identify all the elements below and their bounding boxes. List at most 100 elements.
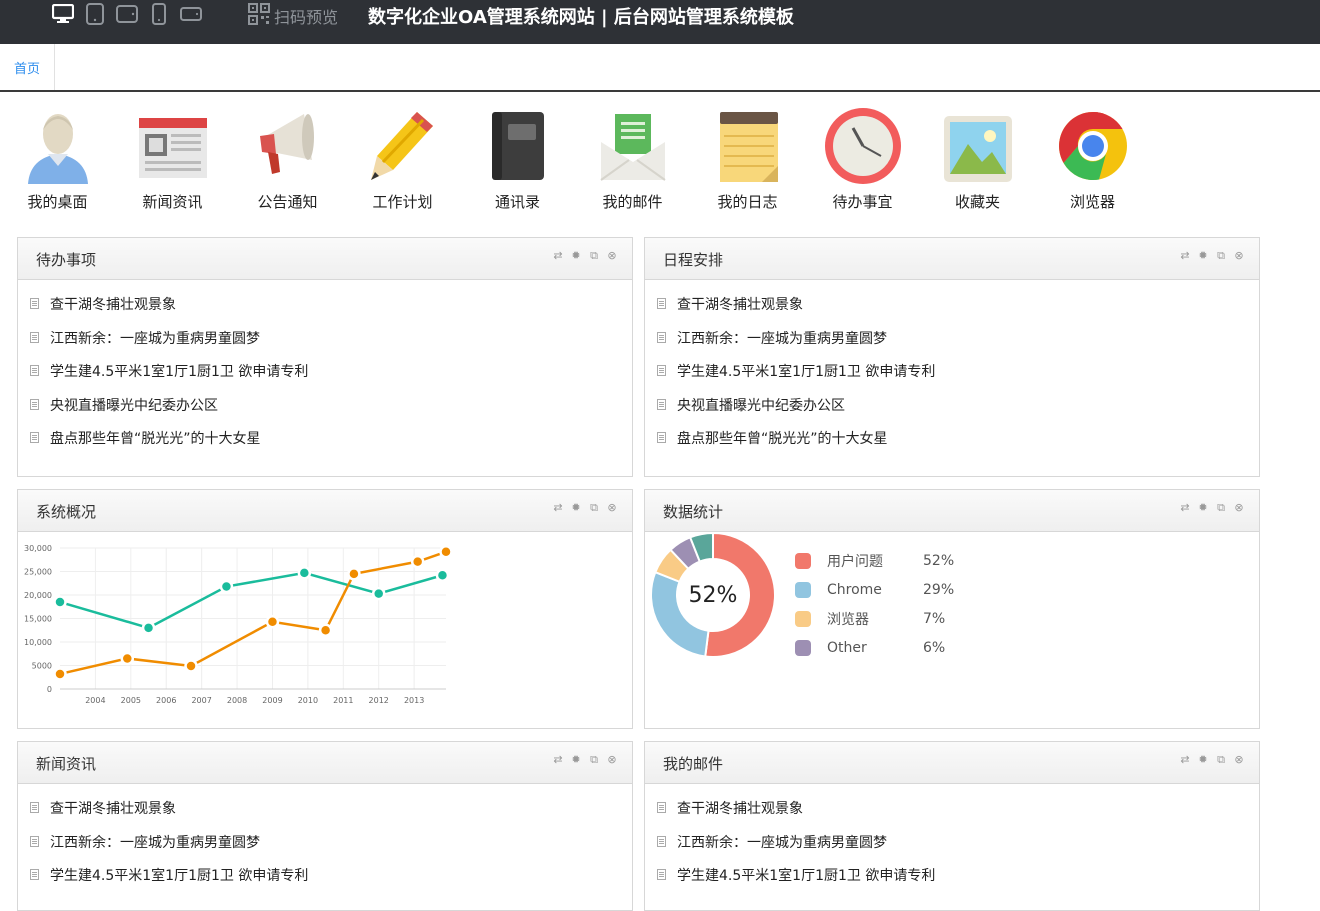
close-icon[interactable]: ⊗ bbox=[606, 502, 618, 514]
data-point bbox=[53, 667, 67, 681]
item-link[interactable]: 学生建4.5平米1室1厅1厨1卫 欲申请专利 bbox=[50, 361, 308, 381]
app-todo[interactable]: 待办事宜 bbox=[805, 106, 920, 212]
gear-icon[interactable]: ✹ bbox=[570, 502, 582, 514]
data-point bbox=[439, 545, 453, 559]
item-link[interactable]: 查干湖冬捕壮观景象 bbox=[50, 798, 176, 818]
line-chart: 30,000 25,000 20,000 15,000 10,000 5000 0 2004 2… bbox=[24, 544, 453, 705]
legend-value: 29% bbox=[923, 581, 955, 598]
gear-icon[interactable]: ✹ bbox=[570, 250, 582, 262]
list-item[interactable]: 学生建4.5平米1室1厅1厨1卫 欲申请专利 bbox=[657, 361, 1259, 395]
list-item[interactable]: 查干湖冬捕壮观景象 bbox=[657, 294, 1259, 328]
app-announcement[interactable]: 公告通知 bbox=[230, 106, 345, 212]
list-item[interactable]: 央视直播曝光中纪委办公区 bbox=[657, 395, 1259, 429]
external-link-icon[interactable]: ⧉ bbox=[588, 250, 600, 262]
app-journal[interactable]: 我的日志 bbox=[690, 106, 805, 212]
refresh-icon[interactable]: ⇄ bbox=[552, 754, 564, 766]
gear-icon[interactable]: ✹ bbox=[1197, 502, 1209, 514]
list-item[interactable]: 查干湖冬捕壮观景象 bbox=[30, 798, 632, 832]
item-link[interactable]: 查干湖冬捕壮观景象 bbox=[50, 294, 176, 314]
app-contacts[interactable]: 通讯录 bbox=[460, 106, 575, 212]
item-link[interactable]: 学生建4.5平米1室1厅1厨1卫 欲申请专利 bbox=[677, 865, 935, 885]
legend-value: 52% bbox=[923, 552, 955, 569]
list-item[interactable]: 江西新余：一座城为重病男童圆梦 bbox=[30, 832, 632, 866]
app-mail[interactable]: 我的邮件 bbox=[575, 106, 690, 212]
gear-icon[interactable]: ✹ bbox=[570, 754, 582, 766]
list-item[interactable]: 查干湖冬捕壮观景象 bbox=[657, 798, 1259, 832]
y-tick-label: 30,000 bbox=[24, 544, 52, 553]
tablet-icon[interactable] bbox=[84, 3, 106, 25]
refresh-icon[interactable]: ⇄ bbox=[1179, 754, 1191, 766]
app-label: 收藏夹 bbox=[954, 193, 1000, 211]
list-item[interactable]: 盘点那些年曾“脱光光”的十大女星 bbox=[657, 428, 1259, 462]
close-icon[interactable]: ⊗ bbox=[1233, 754, 1245, 766]
x-tick-label: 2007 bbox=[191, 696, 211, 705]
phone-landscape-icon[interactable] bbox=[180, 3, 202, 25]
app-favorites[interactable]: 收藏夹 bbox=[920, 106, 1035, 212]
external-link-icon[interactable]: ⧉ bbox=[1215, 502, 1227, 514]
item-link[interactable]: 江西新余：一座城为重病男童圆梦 bbox=[50, 328, 260, 348]
item-link[interactable]: 盘点那些年曾“脱光光”的十大女星 bbox=[50, 428, 261, 448]
item-link[interactable]: 学生建4.5平米1室1厅1厨1卫 欲申请专利 bbox=[677, 361, 935, 381]
external-link-icon[interactable]: ⧉ bbox=[588, 754, 600, 766]
refresh-icon[interactable]: ⇄ bbox=[1179, 250, 1191, 262]
item-link[interactable]: 查干湖冬捕壮观景象 bbox=[677, 798, 803, 818]
series-line bbox=[59, 571, 443, 630]
list-item[interactable]: 江西新余：一座城为重病男童圆梦 bbox=[657, 328, 1259, 362]
app-news[interactable]: 新闻资讯 bbox=[115, 106, 230, 212]
panel-header: 待办事项 ⇄ ✹ ⧉ ⊗ bbox=[18, 238, 632, 280]
item-link[interactable]: 盘点那些年曾“脱光光”的十大女星 bbox=[677, 428, 888, 448]
close-icon[interactable]: ⊗ bbox=[606, 250, 618, 262]
item-link[interactable]: 央视直播曝光中纪委办公区 bbox=[677, 395, 845, 415]
qr-preview[interactable]: 扫码预览 bbox=[248, 3, 338, 29]
panel-header: 我的邮件 ⇄ ✹ ⧉ ⊗ bbox=[645, 742, 1259, 784]
document-icon bbox=[657, 835, 666, 847]
list-item[interactable]: 查干湖冬捕壮观景象 bbox=[30, 294, 632, 328]
user-desktop-icon bbox=[27, 114, 88, 184]
device-switcher bbox=[52, 3, 202, 25]
item-link[interactable]: 查干湖冬捕壮观景象 bbox=[677, 294, 803, 314]
list-item[interactable]: 学生建4.5平米1室1厅1厨1卫 欲申请专利 bbox=[30, 361, 632, 395]
document-icon bbox=[30, 802, 39, 813]
app-work-plan[interactable]: 工作计划 bbox=[345, 106, 460, 212]
tablet-landscape-icon[interactable] bbox=[116, 3, 138, 25]
list-item[interactable]: 央视直播曝光中纪委办公区 bbox=[30, 395, 632, 429]
megaphone-icon bbox=[259, 114, 314, 174]
item-link[interactable]: 江西新余：一座城为重病男童圆梦 bbox=[677, 832, 887, 852]
gear-icon[interactable]: ✹ bbox=[1197, 250, 1209, 262]
list-item[interactable]: 学生建4.5平米1室1厅1厨1卫 欲申请专利 bbox=[30, 865, 632, 899]
x-tick-label: 2011 bbox=[333, 696, 353, 705]
list-item[interactable]: 盘点那些年曾“脱光光”的十大女星 bbox=[30, 428, 632, 462]
app-browser[interactable]: 浏览器 bbox=[1035, 106, 1150, 212]
legend-label: Chrome bbox=[827, 581, 882, 598]
refresh-icon[interactable]: ⇄ bbox=[552, 502, 564, 514]
app-my-desktop[interactable]: 我的桌面 bbox=[0, 106, 115, 212]
legend-item: 用户问题 52% bbox=[795, 546, 954, 575]
list-item[interactable]: 学生建4.5平米1室1厅1厨1卫 欲申请专利 bbox=[657, 865, 1259, 899]
item-link[interactable]: 江西新余：一座城为重病男童圆梦 bbox=[50, 832, 260, 852]
external-link-icon[interactable]: ⧉ bbox=[1215, 250, 1227, 262]
close-icon[interactable]: ⊗ bbox=[606, 754, 618, 766]
close-icon[interactable]: ⊗ bbox=[1233, 250, 1245, 262]
item-link[interactable]: 央视直播曝光中纪委办公区 bbox=[50, 395, 218, 415]
x-tick-label: 2013 bbox=[404, 696, 424, 705]
document-icon bbox=[657, 869, 666, 881]
item-link[interactable]: 学生建4.5平米1室1厅1厨1卫 欲申请专利 bbox=[50, 865, 308, 885]
close-icon[interactable]: ⊗ bbox=[1233, 502, 1245, 514]
refresh-icon[interactable]: ⇄ bbox=[552, 250, 564, 262]
app-launcher: 我的桌面 新闻资讯 公告通知 工作计划 通讯录 我的邮件 我的日志 待办事宜 收… bbox=[0, 106, 1320, 216]
tab-home[interactable]: 首页 bbox=[0, 44, 55, 90]
data-point bbox=[219, 579, 234, 594]
external-link-icon[interactable]: ⧉ bbox=[1215, 754, 1227, 766]
phone-icon[interactable] bbox=[148, 3, 170, 25]
x-tick-label: 2008 bbox=[227, 696, 247, 705]
gear-icon[interactable]: ✹ bbox=[1197, 754, 1209, 766]
legend-item: 浏览器 7% bbox=[795, 604, 954, 633]
list-item[interactable]: 江西新余：一座城为重病男童圆梦 bbox=[30, 328, 632, 362]
legend-value: 6% bbox=[923, 639, 946, 656]
refresh-icon[interactable]: ⇄ bbox=[1179, 502, 1191, 514]
external-link-icon[interactable]: ⧉ bbox=[588, 502, 600, 514]
item-link[interactable]: 江西新余：一座城为重病男童圆梦 bbox=[677, 328, 887, 348]
list-item[interactable]: 江西新余：一座城为重病男童圆梦 bbox=[657, 832, 1259, 866]
desktop-icon[interactable] bbox=[52, 3, 74, 25]
data-point bbox=[184, 659, 198, 673]
